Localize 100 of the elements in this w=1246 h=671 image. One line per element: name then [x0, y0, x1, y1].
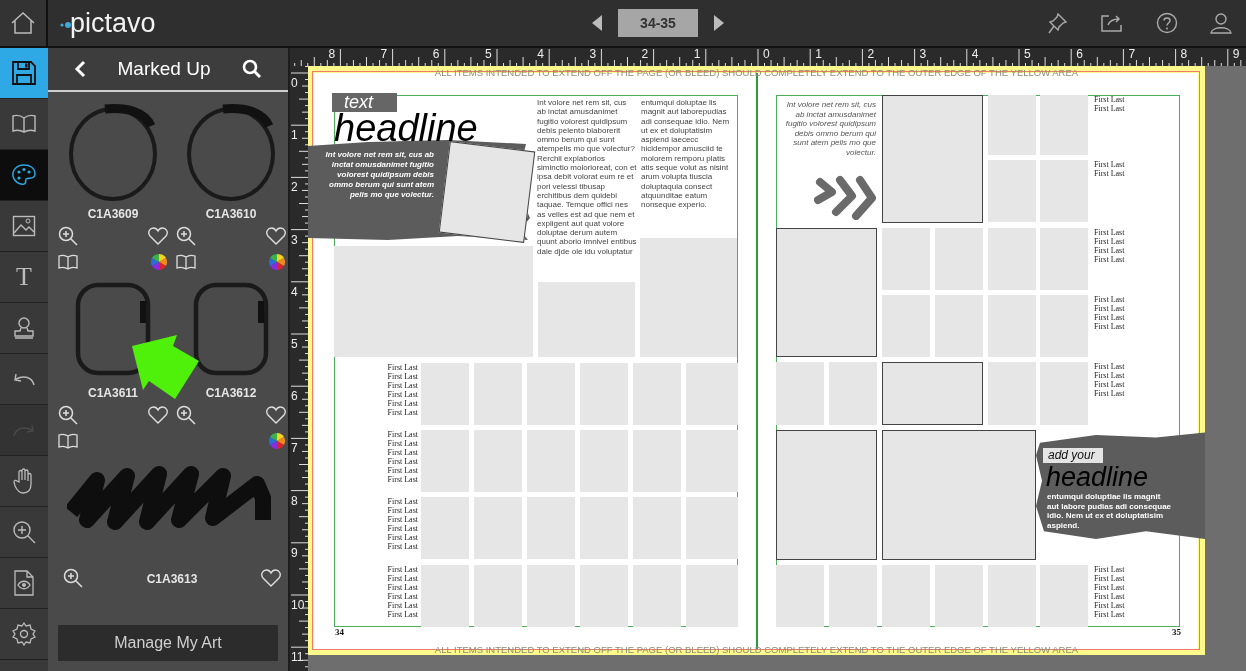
share-icon[interactable] — [1100, 13, 1124, 33]
student-name: First Last — [1094, 565, 1126, 574]
photo-placeholder[interactable] — [580, 565, 628, 627]
student-name: First Last — [387, 448, 418, 457]
heart-icon[interactable] — [261, 569, 282, 587]
student-name: First Last — [1094, 362, 1126, 371]
student-name: First Last — [387, 583, 418, 592]
photo-placeholder[interactable] — [882, 565, 930, 627]
photo-placeholder[interactable] — [686, 363, 738, 425]
photo-frame[interactable] — [882, 362, 983, 425]
photo-placeholder[interactable] — [633, 565, 681, 627]
page-number: 35 — [1172, 627, 1181, 637]
photo-placeholder[interactable] — [421, 565, 469, 627]
photo-placeholder[interactable] — [686, 430, 738, 492]
photo-placeholder[interactable] — [935, 295, 983, 357]
heart-icon[interactable] — [148, 406, 168, 424]
photo-placeholder[interactable] — [686, 497, 738, 559]
home-icon — [10, 11, 36, 35]
zoom-in-icon[interactable] — [176, 226, 196, 246]
photo-frame[interactable] — [882, 430, 1036, 560]
photo-placeholder[interactable] — [1040, 95, 1088, 155]
help-icon[interactable] — [1156, 12, 1178, 34]
photo-placeholder[interactable] — [1040, 362, 1088, 425]
photo-placeholder[interactable] — [527, 363, 575, 425]
photo-placeholder[interactable] — [1040, 160, 1088, 222]
photo-placeholder[interactable] — [776, 565, 824, 627]
photo-placeholder[interactable] — [935, 228, 983, 290]
user-icon[interactable] — [1210, 12, 1232, 34]
photo-placeholder[interactable] — [580, 430, 628, 492]
photo-placeholder[interactable] — [935, 565, 983, 627]
art-code: C1A3612 — [205, 386, 257, 400]
color-wheel-icon[interactable] — [268, 432, 286, 450]
book-icon[interactable] — [58, 433, 78, 449]
photo-placeholder[interactable] — [776, 362, 824, 425]
photo-placeholder[interactable] — [580, 363, 628, 425]
student-name: First Last — [387, 466, 418, 475]
photo-placeholder[interactable] — [829, 565, 877, 627]
photo-placeholder[interactable] — [988, 228, 1036, 290]
photo-placeholder[interactable] — [882, 295, 930, 357]
photo-placeholder[interactable] — [633, 363, 681, 425]
photo-placeholder[interactable] — [527, 430, 575, 492]
photo-placeholder[interactable] — [633, 430, 681, 492]
palette-tool-button[interactable] — [0, 150, 48, 201]
photo-placeholder[interactable] — [421, 363, 469, 425]
panel-title: Marked Up — [117, 58, 211, 80]
photo-placeholder[interactable] — [421, 430, 469, 492]
photo-placeholder[interactable] — [686, 565, 738, 627]
save-tool-button[interactable] — [0, 48, 48, 99]
book-icon[interactable] — [176, 254, 196, 270]
ruler-label: 6 — [1076, 48, 1083, 61]
previous-page-button[interactable] — [590, 13, 604, 33]
photo-placeholder[interactable] — [1040, 565, 1088, 627]
photo-placeholder[interactable] — [988, 362, 1036, 425]
zoom-in-icon[interactable] — [176, 405, 196, 425]
photo-placeholder[interactable] — [988, 565, 1036, 627]
color-wheel-icon[interactable] — [268, 253, 286, 271]
next-page-button[interactable] — [712, 13, 726, 33]
photo-placeholder[interactable] — [580, 497, 628, 559]
student-name: First Last — [387, 399, 418, 408]
logo[interactable]: pictavo — [70, 8, 156, 38]
heart-icon[interactable] — [266, 227, 286, 245]
photo-placeholder[interactable] — [474, 565, 522, 627]
photo-placeholder[interactable] — [829, 362, 877, 425]
manage-art-button[interactable]: Manage My Art — [58, 625, 278, 661]
photo-placeholder[interactable] — [474, 363, 522, 425]
photo-frame[interactable] — [882, 95, 983, 223]
photo-placeholder[interactable] — [640, 238, 737, 357]
color-wheel-icon[interactable] — [150, 253, 168, 271]
photo-frame[interactable] — [776, 430, 877, 560]
frame-artwork[interactable] — [74, 281, 152, 377]
heart-icon[interactable] — [148, 227, 168, 245]
photo-placeholder[interactable] — [527, 497, 575, 559]
photo-placeholder[interactable] — [1040, 295, 1088, 357]
book-icon[interactable] — [58, 254, 78, 270]
photo-placeholder[interactable] — [538, 282, 635, 357]
photo-placeholder[interactable] — [633, 497, 681, 559]
search-icon[interactable] — [242, 59, 262, 79]
back-icon[interactable] — [74, 60, 86, 78]
zoom-in-icon[interactable] — [58, 226, 78, 246]
photo-placeholder[interactable] — [474, 497, 522, 559]
ruler-label: 4 — [537, 48, 544, 61]
home-button[interactable] — [0, 0, 48, 46]
photo-placeholder[interactable] — [527, 565, 575, 627]
pin-icon[interactable] — [1048, 12, 1068, 34]
photo-placeholder[interactable] — [988, 95, 1036, 155]
photo-placeholder[interactable] — [474, 430, 522, 492]
photo-placeholder[interactable] — [882, 228, 930, 290]
photo-frame[interactable] — [776, 228, 877, 357]
student-name: First Last — [387, 515, 418, 524]
zoom-in-icon[interactable] — [62, 568, 83, 588]
photo-placeholder[interactable] — [988, 295, 1036, 357]
student-name: First Last — [1094, 322, 1126, 331]
heart-icon[interactable] — [266, 406, 286, 424]
photo-placeholder[interactable] — [1040, 228, 1088, 290]
student-name: First Last — [1094, 95, 1126, 104]
student-name: First Last — [387, 390, 418, 399]
photo-placeholder[interactable] — [988, 160, 1036, 222]
student-name: First Last — [387, 475, 418, 484]
zoom-in-icon[interactable] — [58, 405, 78, 425]
photo-placeholder[interactable] — [421, 497, 469, 559]
